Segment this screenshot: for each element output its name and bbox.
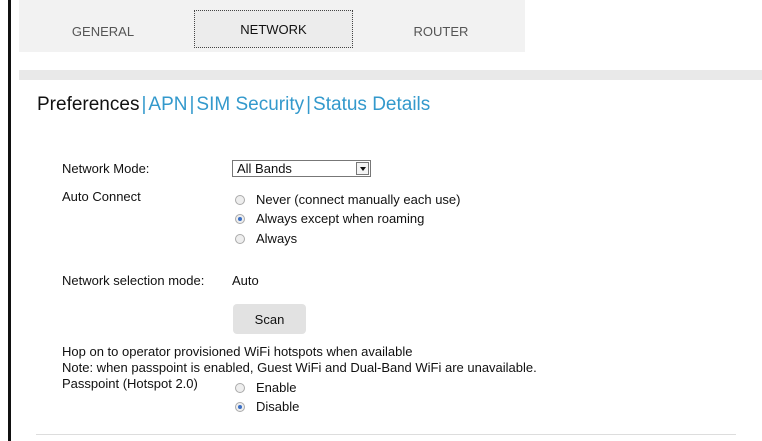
tab-router[interactable]: ROUTER [357, 10, 525, 52]
auto-connect-option-label: Never (connect manually each use) [256, 192, 461, 207]
left-frame-border [8, 0, 11, 441]
section-divider-strip [19, 70, 762, 80]
auto-connect-option-never[interactable]: Never (connect manually each use) [235, 192, 461, 207]
auto-connect-option-always-except-roaming[interactable]: Always except when roaming [235, 211, 424, 226]
scan-button[interactable]: Scan [233, 304, 306, 334]
subnav-apn[interactable]: APN [148, 94, 187, 115]
network-selection-mode-value: Auto [232, 273, 259, 288]
network-mode-label: Network Mode: [62, 161, 150, 176]
radio-unselected-icon[interactable] [235, 194, 245, 205]
network-mode-selected-value: All Bands [237, 161, 292, 176]
subnav-status-details[interactable]: Status Details [313, 94, 430, 115]
auto-connect-label: Auto Connect [62, 189, 141, 204]
bottom-divider [36, 434, 736, 435]
preferences-subnav: Preferences | APN | SIM Security | Status Deta… [37, 94, 430, 116]
hotspot-description: Hop on to operator provisioned WiFi hots… [62, 344, 413, 359]
radio-selected-icon[interactable] [235, 213, 245, 224]
auto-connect-option-label: Always except when roaming [256, 211, 425, 226]
passpoint-option-enable[interactable]: Enable [235, 380, 296, 395]
tab-general[interactable]: GENERAL [19, 10, 187, 52]
passpoint-option-label: Enable [256, 380, 297, 395]
radio-unselected-icon[interactable] [235, 382, 245, 393]
subnav-sim-security[interactable]: SIM Security [196, 94, 304, 115]
passpoint-note: Note: when passpoint is enabled, Guest W… [62, 360, 537, 375]
tab-network[interactable]: NETWORK [194, 10, 353, 48]
network-mode-select[interactable]: All Bands [232, 160, 371, 177]
radio-unselected-icon[interactable] [235, 233, 245, 244]
passpoint-label: Passpoint (Hotspot 2.0) [62, 376, 198, 391]
tab-bar-gap [19, 52, 762, 70]
radio-selected-icon[interactable] [235, 401, 245, 412]
tab-bar-empty-area [525, 0, 762, 52]
passpoint-option-disable[interactable]: Disable [235, 399, 299, 414]
auto-connect-option-label: Always [256, 231, 298, 246]
network-selection-mode-label: Network selection mode: [62, 273, 205, 288]
passpoint-option-label: Disable [256, 399, 300, 414]
auto-connect-option-always[interactable]: Always [235, 231, 297, 246]
subnav-separator: | [306, 94, 312, 115]
subnav-preferences[interactable]: Preferences [37, 94, 139, 115]
dropdown-arrow-icon[interactable] [356, 162, 369, 175]
